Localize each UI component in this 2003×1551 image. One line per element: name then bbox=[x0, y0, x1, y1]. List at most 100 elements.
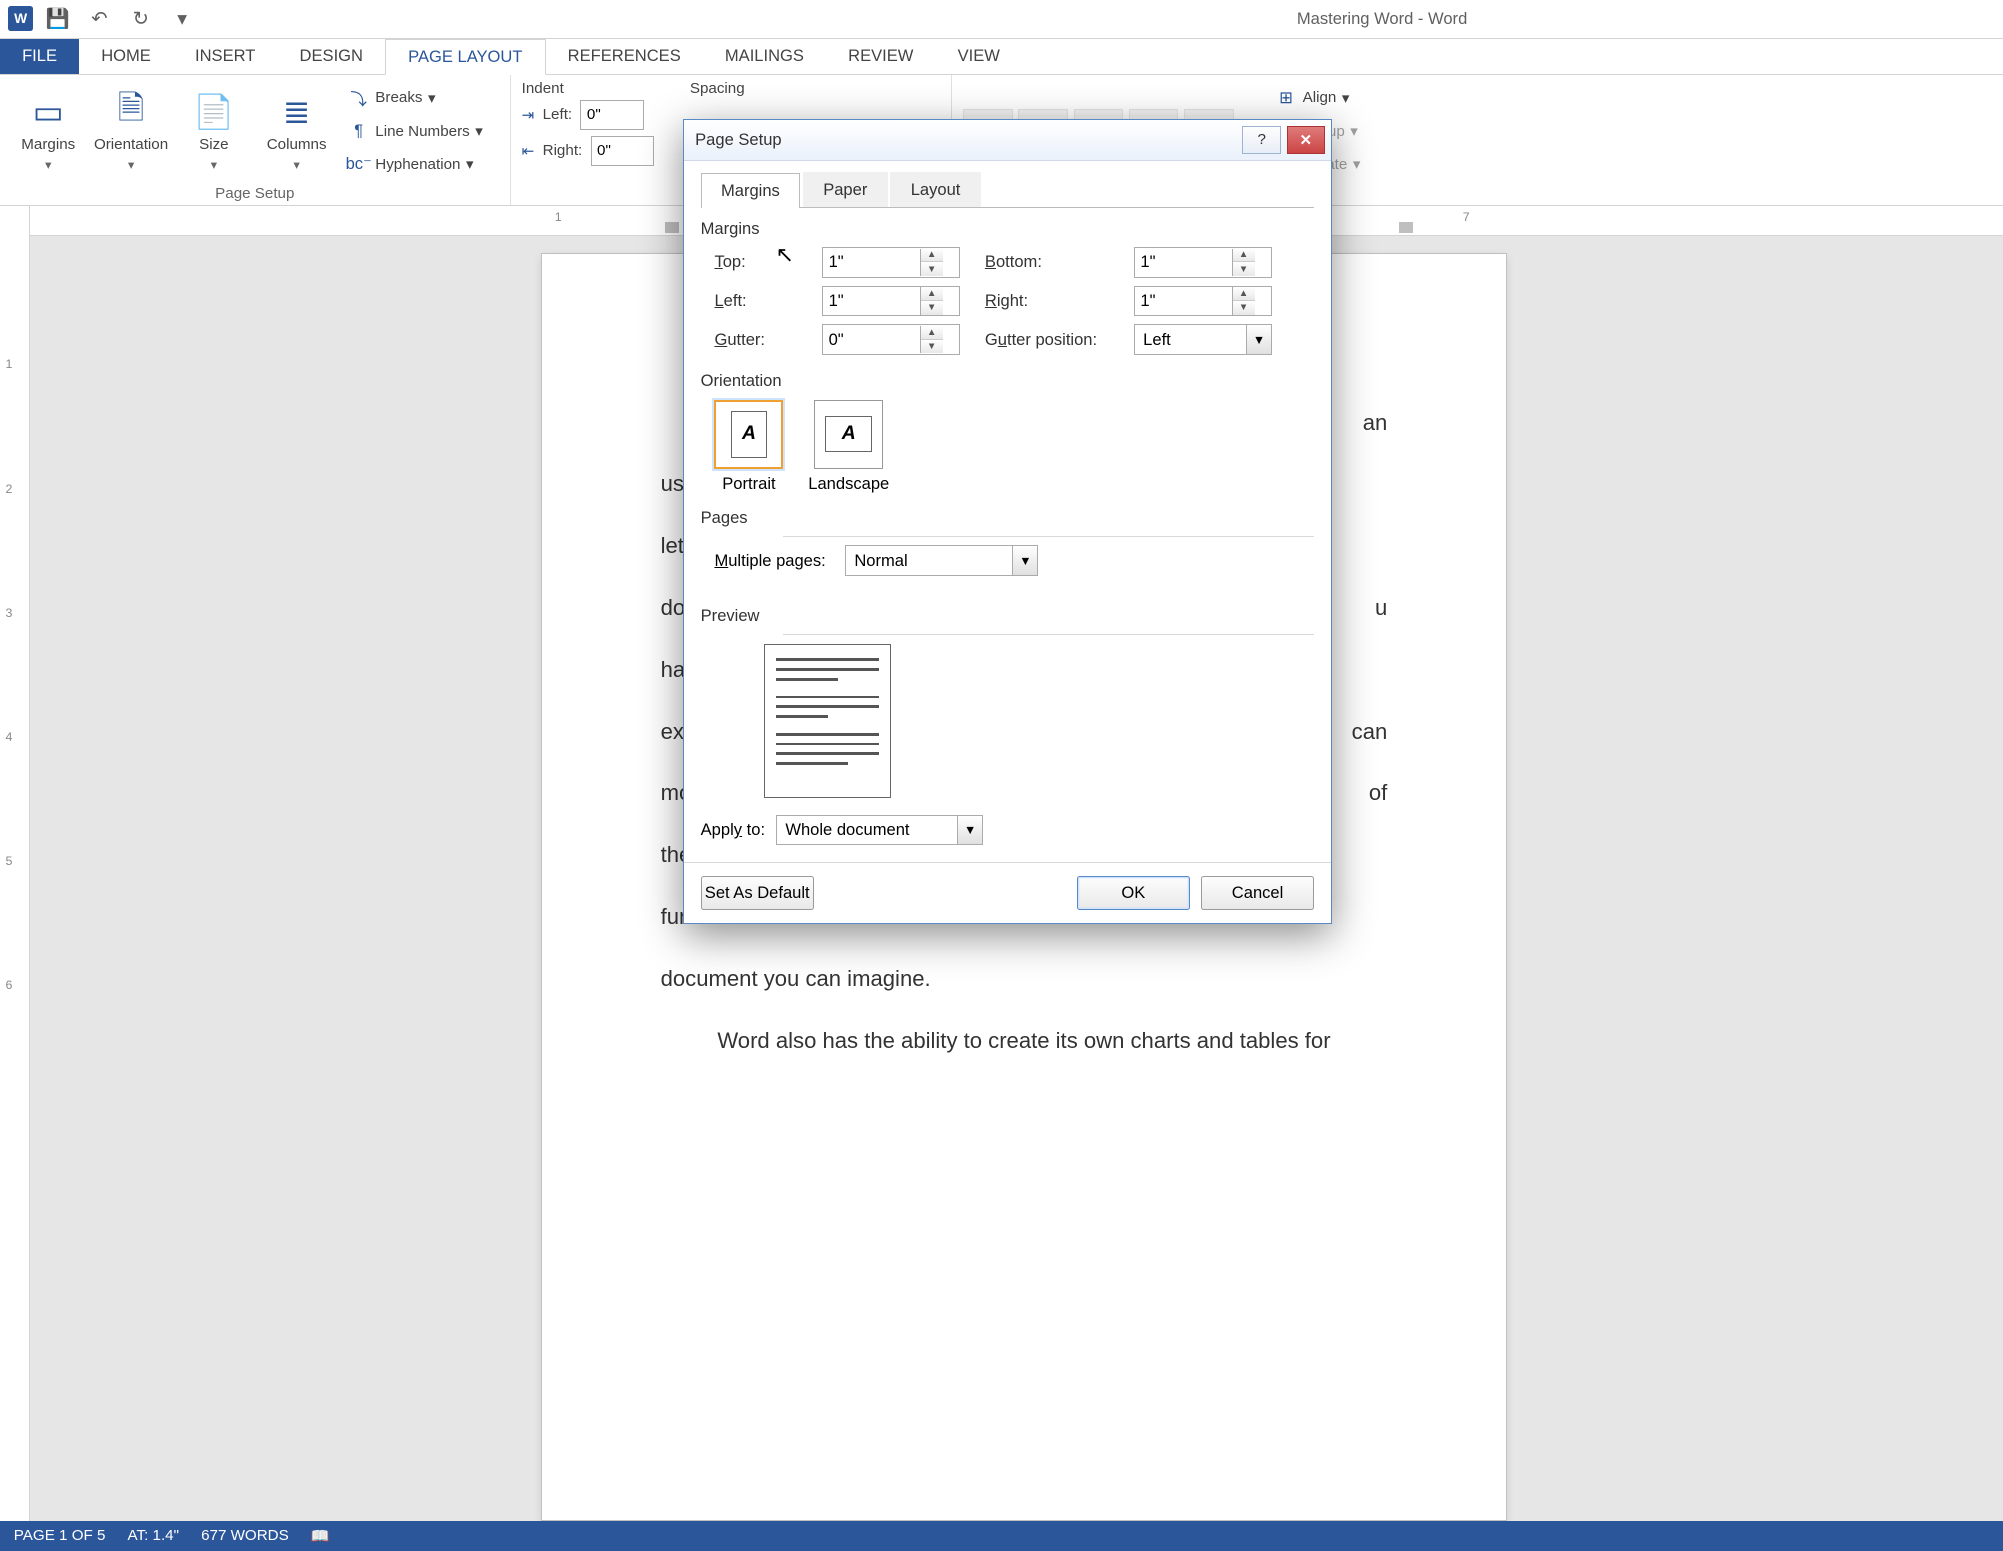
window-title: Mastering Word - Word bbox=[1297, 9, 1467, 29]
left-input[interactable] bbox=[823, 287, 920, 315]
top-spinner[interactable]: ▲▼ bbox=[822, 247, 960, 277]
spin-down-icon[interactable]: ▼ bbox=[921, 301, 943, 315]
right-margin-marker[interactable] bbox=[1399, 222, 1413, 233]
status-words[interactable]: 677 WORDS bbox=[201, 1527, 289, 1544]
hyphenation-icon: bc⁻ bbox=[348, 153, 370, 175]
spin-down-icon[interactable]: ▼ bbox=[1233, 262, 1255, 276]
status-page[interactable]: PAGE 1 OF 5 bbox=[14, 1527, 106, 1544]
qat-customize-icon[interactable]: ▾ bbox=[165, 2, 198, 35]
dialog-tab-layout[interactable]: Layout bbox=[890, 172, 980, 207]
bottom-label: Bottom: bbox=[985, 252, 1109, 272]
chevron-down-icon: ▾ bbox=[211, 157, 217, 172]
margins-button[interactable]: ▭Margins▾ bbox=[11, 80, 86, 182]
page-setup-group-label: Page Setup bbox=[11, 182, 499, 202]
chevron-down-icon[interactable]: ▼ bbox=[957, 816, 982, 844]
cancel-button[interactable]: Cancel bbox=[1201, 876, 1314, 909]
preview-thumbnail bbox=[764, 644, 891, 799]
top-input[interactable] bbox=[823, 248, 920, 276]
chevron-down-icon: ▾ bbox=[294, 157, 300, 172]
spin-down-icon[interactable]: ▼ bbox=[921, 262, 943, 276]
ribbon-tabs: FILE HOME INSERT DESIGN PAGE LAYOUT REFE… bbox=[0, 39, 2003, 75]
indent-header: Indent bbox=[522, 80, 654, 97]
spin-up-icon[interactable]: ▲ bbox=[1233, 287, 1255, 301]
align-button[interactable]: ⊞Align ▾ bbox=[1270, 84, 1366, 112]
orientation-section-label: Orientation bbox=[701, 371, 1315, 391]
status-at: AT: 1.4" bbox=[128, 1527, 180, 1544]
right-input[interactable] bbox=[1135, 287, 1232, 315]
ok-button[interactable]: OK bbox=[1077, 876, 1190, 909]
spin-up-icon[interactable]: ▲ bbox=[921, 326, 943, 340]
portrait-option[interactable]: A Portrait bbox=[714, 400, 783, 495]
indent-left-icon: ⇥ bbox=[522, 106, 535, 124]
preview-section-label: Preview bbox=[701, 606, 1315, 626]
left-margin-marker[interactable] bbox=[665, 222, 679, 233]
breaks-icon: ⤵ bbox=[348, 87, 370, 109]
multiple-pages-label: Multiple pages: bbox=[714, 551, 825, 571]
redo-icon[interactable]: ↻ bbox=[124, 2, 157, 35]
tab-review[interactable]: REVIEW bbox=[826, 39, 935, 74]
dialog-close-icon[interactable]: ✕ bbox=[1287, 126, 1326, 154]
dialog-titlebar[interactable]: Page Setup ? ✕ bbox=[684, 120, 1331, 161]
orientation-button[interactable]: 🗎Orientation▾ bbox=[94, 80, 169, 182]
bottom-input[interactable] bbox=[1135, 248, 1232, 276]
spacing-header: Spacing bbox=[690, 80, 745, 97]
tab-page-layout[interactable]: PAGE LAYOUT bbox=[385, 39, 545, 75]
set-as-default-button[interactable]: Set As Default bbox=[701, 876, 814, 909]
gutter-spinner[interactable]: ▲▼ bbox=[822, 324, 960, 354]
orientation-icon: 🗎 bbox=[109, 90, 153, 134]
vertical-ruler: 1 2 3 4 5 6 bbox=[0, 206, 30, 1521]
tab-mailings[interactable]: MAILINGS bbox=[703, 39, 826, 74]
gutter-input[interactable] bbox=[823, 325, 920, 353]
size-icon: 📄 bbox=[192, 90, 236, 134]
dialog-tab-paper[interactable]: Paper bbox=[803, 172, 888, 207]
dialog-title: Page Setup bbox=[695, 130, 781, 150]
spin-up-icon[interactable]: ▲ bbox=[1233, 249, 1255, 263]
chevron-down-icon[interactable]: ▼ bbox=[1012, 546, 1037, 574]
left-spinner[interactable]: ▲▼ bbox=[822, 286, 960, 316]
page-setup-dialog: Page Setup ? ✕ Margins Paper Layout Marg… bbox=[683, 119, 1332, 925]
save-icon[interactable]: 💾 bbox=[41, 2, 74, 35]
margins-section-label: Margins bbox=[701, 219, 1315, 239]
tab-file[interactable]: FILE bbox=[0, 39, 79, 74]
indent-left-input[interactable] bbox=[580, 100, 643, 130]
titlebar: W 💾 ↶ ↻ ▾ Mastering Word - Word ? ▣ — □ … bbox=[0, 0, 2003, 39]
left-label: Left: bbox=[714, 291, 797, 311]
spin-down-icon[interactable]: ▼ bbox=[1233, 301, 1255, 315]
right-spinner[interactable]: ▲▼ bbox=[1134, 286, 1272, 316]
hyphenation-button[interactable]: bc⁻Hyphenation ▾ bbox=[342, 150, 488, 178]
breaks-button[interactable]: ⤵Breaks ▾ bbox=[342, 84, 488, 112]
align-icon: ⊞ bbox=[1275, 87, 1297, 109]
gutter-position-label: Gutter position: bbox=[985, 330, 1109, 350]
size-button[interactable]: 📄Size▾ bbox=[177, 80, 252, 182]
chevron-down-icon: ▾ bbox=[45, 157, 51, 172]
tab-design[interactable]: DESIGN bbox=[277, 39, 385, 74]
proofing-icon[interactable]: 📖 bbox=[311, 1527, 330, 1545]
word-icon: W bbox=[8, 6, 33, 31]
tab-home[interactable]: HOME bbox=[79, 39, 173, 74]
gutter-label: Gutter: bbox=[714, 330, 797, 350]
tab-view[interactable]: VIEW bbox=[935, 39, 1021, 74]
tab-references[interactable]: REFERENCES bbox=[546, 39, 703, 74]
line-numbers-icon: ¶ bbox=[348, 120, 370, 142]
indent-right-icon: ⇤ bbox=[522, 142, 535, 160]
multiple-pages-combo[interactable]: Normal▼ bbox=[845, 545, 1038, 575]
apply-to-combo[interactable]: Whole document▼ bbox=[776, 815, 983, 845]
spin-down-icon[interactable]: ▼ bbox=[921, 340, 943, 354]
dialog-help-icon[interactable]: ? bbox=[1242, 126, 1281, 154]
dialog-tab-margins[interactable]: Margins bbox=[701, 173, 800, 208]
apply-to-label: Apply to: bbox=[701, 820, 765, 840]
spin-up-icon[interactable]: ▲ bbox=[921, 249, 943, 263]
chevron-down-icon: ▾ bbox=[128, 157, 134, 172]
columns-button[interactable]: ≣Columns▾ bbox=[259, 80, 334, 182]
undo-icon[interactable]: ↶ bbox=[83, 2, 116, 35]
landscape-option[interactable]: A Landscape bbox=[808, 400, 889, 495]
margins-icon: ▭ bbox=[26, 90, 70, 134]
spin-up-icon[interactable]: ▲ bbox=[921, 287, 943, 301]
tab-insert[interactable]: INSERT bbox=[173, 39, 278, 74]
chevron-down-icon[interactable]: ▼ bbox=[1246, 325, 1271, 353]
indent-right-input[interactable] bbox=[591, 136, 654, 166]
gutter-position-combo[interactable]: Left▼ bbox=[1134, 324, 1272, 354]
bottom-spinner[interactable]: ▲▼ bbox=[1134, 247, 1272, 277]
columns-icon: ≣ bbox=[275, 90, 319, 134]
line-numbers-button[interactable]: ¶Line Numbers ▾ bbox=[342, 117, 488, 145]
